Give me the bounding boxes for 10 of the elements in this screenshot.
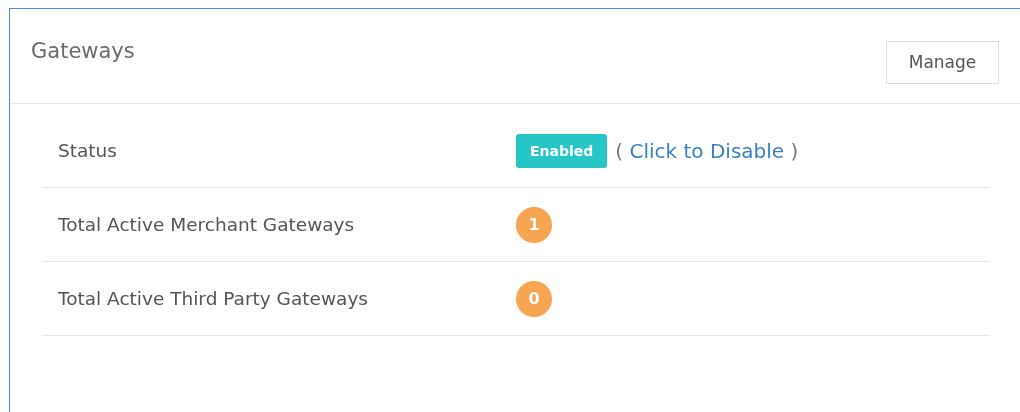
row-label: Total Active Merchant Gateways: [57, 214, 356, 235]
count-badge: 1: [516, 206, 552, 243]
row-label: Status: [57, 140, 118, 161]
manage-button[interactable]: Manage: [886, 40, 999, 84]
row-label: Total Active Third Party Gateways: [57, 288, 369, 309]
panel-title: Gateways: [31, 39, 135, 63]
count-badge: 0: [516, 280, 552, 317]
toggle-text: ( Click to Disable ): [615, 138, 799, 163]
disable-link[interactable]: Click to Disable: [629, 138, 785, 163]
status-badge: Enabled: [516, 133, 608, 168]
